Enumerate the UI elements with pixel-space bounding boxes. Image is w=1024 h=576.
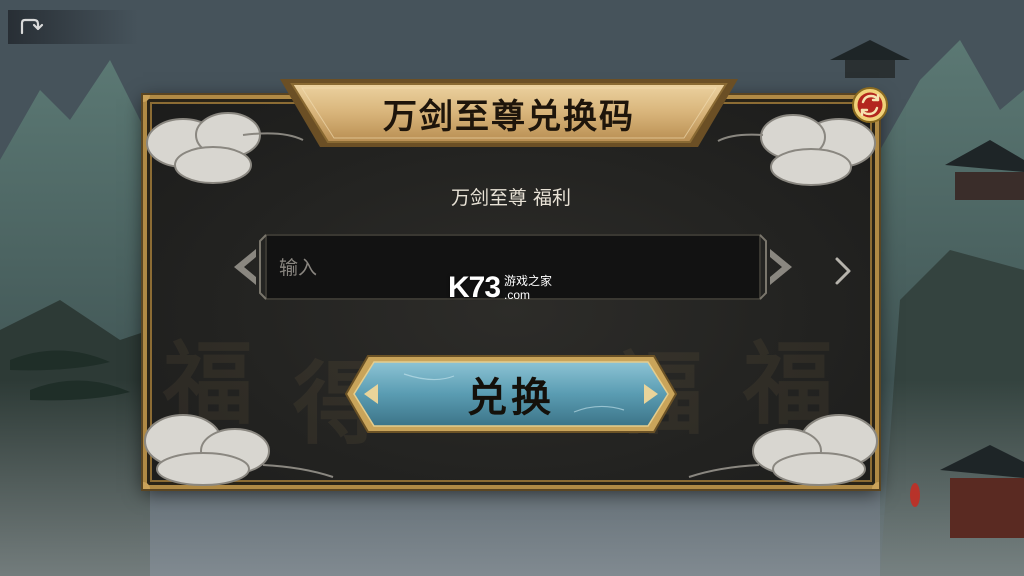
back-arrow-icon <box>20 18 44 35</box>
title-plaque: 万剑至尊兑换码 <box>278 75 740 151</box>
site-watermark: K73 游戏之家 .com <box>448 268 552 308</box>
refresh-icon <box>852 87 888 123</box>
refresh-button[interactable] <box>851 86 889 124</box>
dialog-subtitle: 万剑至尊 福利 <box>450 187 572 209</box>
watermark-domain: .com <box>504 288 531 302</box>
watermark-site-name: 游戏之家 <box>504 274 553 288</box>
watermark-logo: K73 <box>448 271 501 304</box>
chevron-right-icon[interactable] <box>830 255 856 287</box>
exchange-button[interactable]: 兑换 <box>344 354 678 434</box>
dialog-title: 万剑至尊兑换码 <box>383 96 635 137</box>
game-screen: 福 得 福 福 <box>0 0 1024 576</box>
back-button[interactable] <box>8 10 138 44</box>
watermark-text: 游戏之家 .com <box>504 274 552 302</box>
exchange-button-label: 兑换 <box>467 374 555 421</box>
